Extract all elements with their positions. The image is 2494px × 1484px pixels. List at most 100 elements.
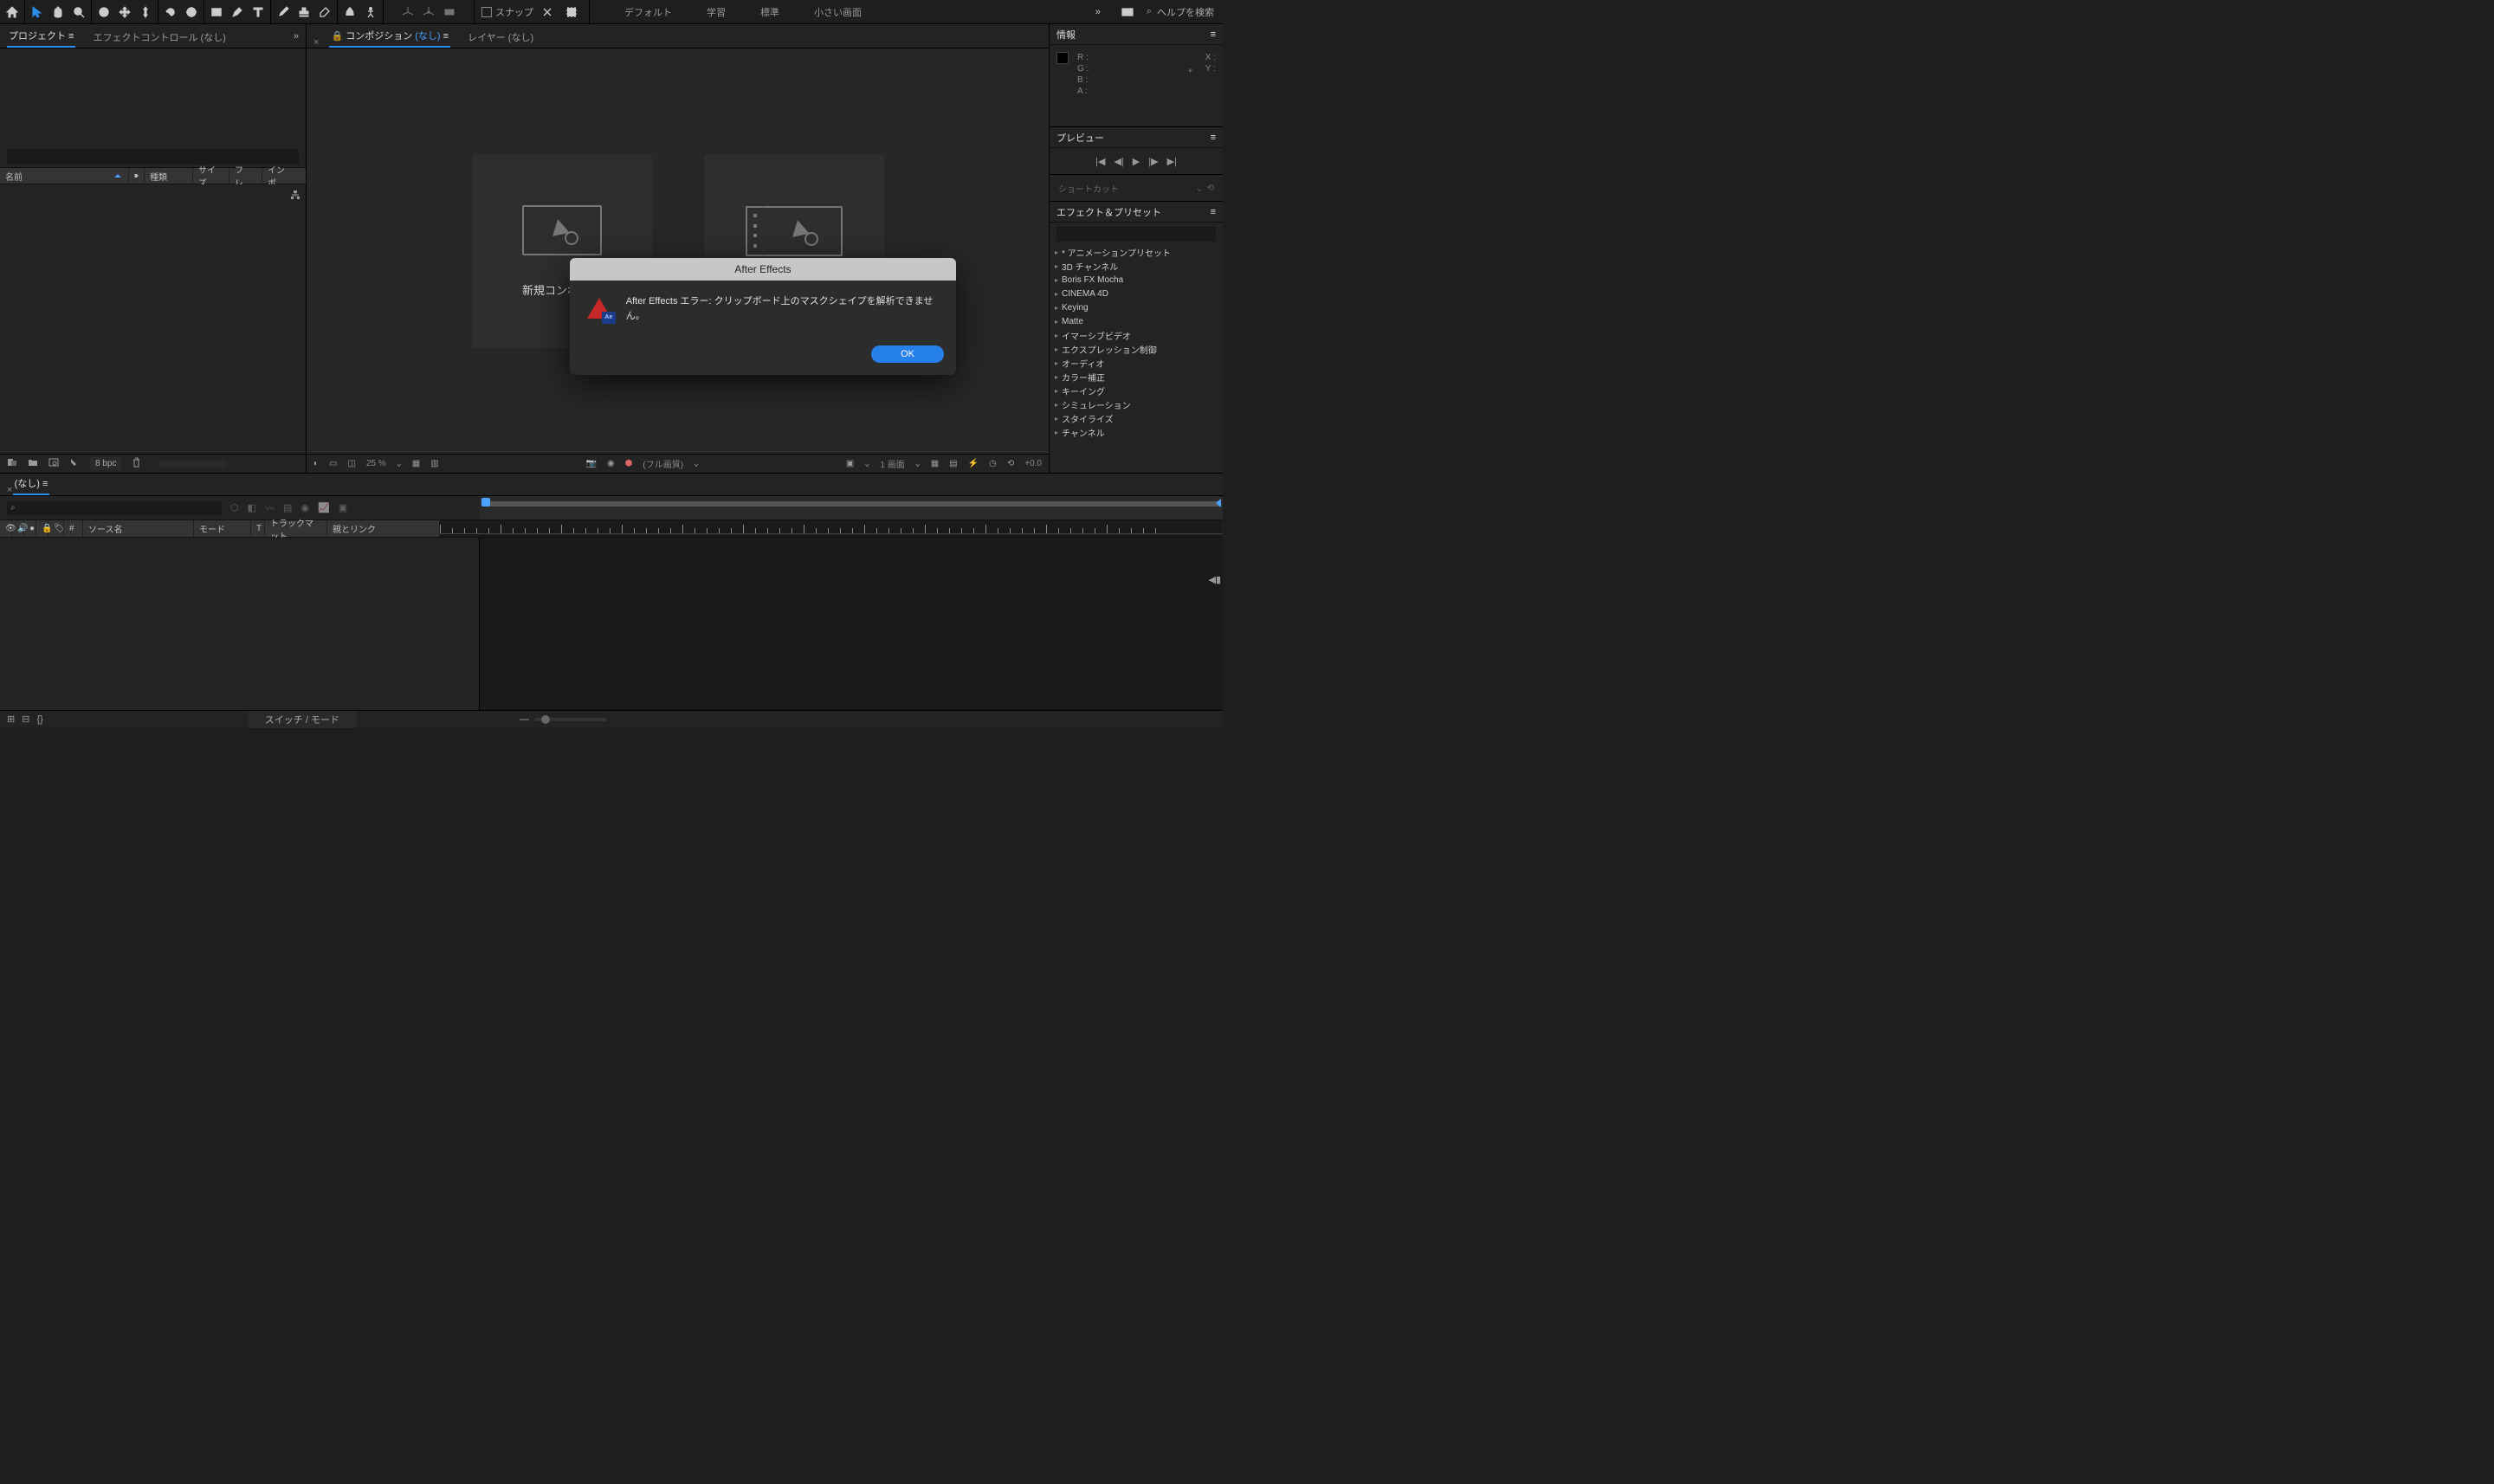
axis-mode-icon[interactable]	[397, 2, 418, 23]
effect-category[interactable]: ▸オーディオ	[1055, 356, 1218, 370]
effect-category[interactable]: ▸Keying	[1055, 300, 1218, 314]
snap-checkbox[interactable]	[481, 7, 492, 17]
delete-icon[interactable]	[132, 457, 141, 470]
comp-mini-flowchart-icon[interactable]: ⬡	[230, 502, 239, 513]
col-number[interactable]: #	[64, 520, 83, 537]
timeline-zoom-slider[interactable]	[534, 718, 606, 721]
effect-category[interactable]: ▸* アニメーションプリセット	[1055, 245, 1218, 259]
motion-blur-icon[interactable]: ◉	[300, 502, 309, 513]
shy-icon[interactable]: 〰	[265, 501, 275, 515]
project-settings-icon[interactable]	[69, 457, 80, 470]
effect-category[interactable]: ▸Boris FX Mocha	[1055, 273, 1218, 287]
graph-editor-icon[interactable]: 📈	[318, 502, 330, 513]
snap-edges-icon[interactable]	[537, 2, 558, 23]
interpret-footage-icon[interactable]	[7, 457, 17, 470]
brainstorm-icon[interactable]: ▣	[339, 502, 347, 513]
view-layout[interactable]: 1 画面	[880, 457, 904, 470]
workspace-small[interactable]: 小さい画面	[814, 5, 862, 19]
toggle-in-out-icon[interactable]: {}	[36, 714, 42, 725]
home-icon[interactable]	[2, 2, 23, 23]
col-solo-icon[interactable]: ●	[24, 520, 36, 537]
roi-chevron[interactable]: ⌄	[864, 459, 869, 468]
col-lock-icon[interactable]: 🔒	[36, 520, 48, 537]
frame-blend-icon[interactable]: ▤	[283, 502, 292, 513]
time-ruler[interactable]	[440, 520, 1223, 537]
project-search-input[interactable]	[7, 149, 299, 165]
effect-category[interactable]: ▸カラー補正	[1055, 370, 1218, 384]
hand-tool-icon[interactable]	[48, 2, 68, 23]
eraser-tool-icon[interactable]	[314, 2, 335, 23]
first-frame-icon[interactable]: |◀	[1095, 156, 1105, 167]
show-channel-icon[interactable]: ◉	[607, 459, 615, 468]
effect-category[interactable]: ▸キーイング	[1055, 384, 1218, 397]
text-tool-icon[interactable]	[248, 2, 268, 23]
timeline-link-icon[interactable]: ◷	[989, 459, 997, 468]
zoom-tool-icon[interactable]	[68, 2, 89, 23]
effect-category[interactable]: ▸3D チャンネル	[1055, 259, 1218, 273]
timeline-search-input[interactable]	[7, 501, 222, 515]
timeline-work-area[interactable]	[480, 496, 1223, 519]
dolly-tool-icon[interactable]	[135, 2, 156, 23]
zoom-out-icon[interactable]: —	[520, 714, 529, 725]
effect-category[interactable]: ▸チャンネル	[1055, 425, 1218, 439]
toggle-alpha-icon[interactable]: ◐	[313, 459, 319, 468]
snap-bounds-icon[interactable]	[561, 2, 582, 23]
zoom-level[interactable]: 25 %	[366, 459, 386, 468]
effect-category[interactable]: ▸スタイライズ	[1055, 411, 1218, 425]
resolution-dropdown[interactable]: (フル画質)	[643, 457, 683, 470]
ok-button[interactable]: OK	[871, 345, 944, 363]
work-area-end-icon[interactable]	[1216, 499, 1221, 507]
layer-list-area[interactable]	[0, 538, 480, 710]
project-item-list[interactable]	[0, 184, 306, 454]
axis-mode3-icon[interactable]	[439, 2, 460, 23]
snapshot-icon[interactable]: 📷	[585, 459, 596, 468]
col-framerate[interactable]: フレ..	[229, 168, 262, 184]
color-mgmt-icon[interactable]: ⬢	[625, 459, 633, 468]
col-label-icon[interactable]	[129, 168, 145, 184]
col-type[interactable]: 種類	[145, 168, 193, 184]
rect-tool-icon[interactable]	[206, 2, 227, 23]
effect-category[interactable]: ▸エクスプレッション制御	[1055, 342, 1218, 356]
tab-effect-controls[interactable]: エフェクトコントロール (なし)	[91, 27, 227, 48]
toggle-3d-icon[interactable]: ◫	[348, 459, 356, 468]
guides-icon[interactable]: ▥	[430, 459, 438, 468]
last-frame-icon[interactable]: ▶|	[1167, 156, 1177, 167]
toggle-modes-icon[interactable]: ⊟	[22, 713, 29, 725]
col-label-icon[interactable]: 🏷	[48, 520, 64, 537]
effect-category[interactable]: ▸Matte	[1055, 314, 1218, 328]
col-inpoint[interactable]: インポ...	[262, 168, 306, 184]
bit-depth-toggle[interactable]: 8 bpc	[90, 457, 121, 470]
new-comp-icon[interactable]	[48, 457, 59, 470]
col-parent[interactable]: 親とリンク	[327, 520, 440, 537]
toggle-switches-icon[interactable]: ⊞	[7, 713, 15, 725]
col-visibility-icon[interactable]: 👁	[0, 520, 12, 537]
next-frame-icon[interactable]: |▶	[1148, 156, 1158, 167]
brush-tool-icon[interactable]	[273, 2, 294, 23]
prev-frame-icon[interactable]: ◀|	[1114, 156, 1123, 167]
selection-tool-icon[interactable]	[27, 2, 48, 23]
col-trackmatte[interactable]: トラックマット	[265, 520, 327, 537]
close-tab-icon[interactable]: ×	[313, 37, 319, 48]
close-tab-icon[interactable]: ×	[7, 485, 12, 495]
effects-search-input[interactable]	[1056, 226, 1216, 242]
tab-layer[interactable]: レイヤー (なし)	[466, 27, 535, 48]
roto-tool-icon[interactable]	[339, 2, 360, 23]
toggle-mask-icon[interactable]: ▭	[329, 459, 337, 468]
draft-3d-icon[interactable]: ◧	[248, 502, 256, 513]
pen-tool-icon[interactable]	[227, 2, 248, 23]
col-name[interactable]: 名前	[5, 170, 23, 183]
col-t[interactable]: T	[251, 520, 265, 537]
axis-mode2-icon[interactable]	[418, 2, 439, 23]
timeline-track-area[interactable]: ◀▮	[480, 538, 1223, 710]
effect-category[interactable]: ▸シミュレーション	[1055, 397, 1218, 411]
new-folder-icon[interactable]	[28, 457, 38, 470]
sync-settings-icon[interactable]	[1117, 2, 1138, 23]
reset-exposure-icon[interactable]: ⟲	[1007, 459, 1014, 468]
puppet-tool-icon[interactable]	[360, 2, 381, 23]
col-mode[interactable]: モード	[194, 520, 251, 537]
camera-view-icon[interactable]: ▦	[931, 459, 939, 468]
grid-icon[interactable]: ▦	[412, 459, 420, 468]
col-source-name[interactable]: ソース名	[83, 520, 194, 537]
workspace-learn[interactable]: 学習	[707, 5, 726, 19]
shortcut-dropdown-icon[interactable]: ⌄	[1197, 184, 1202, 193]
